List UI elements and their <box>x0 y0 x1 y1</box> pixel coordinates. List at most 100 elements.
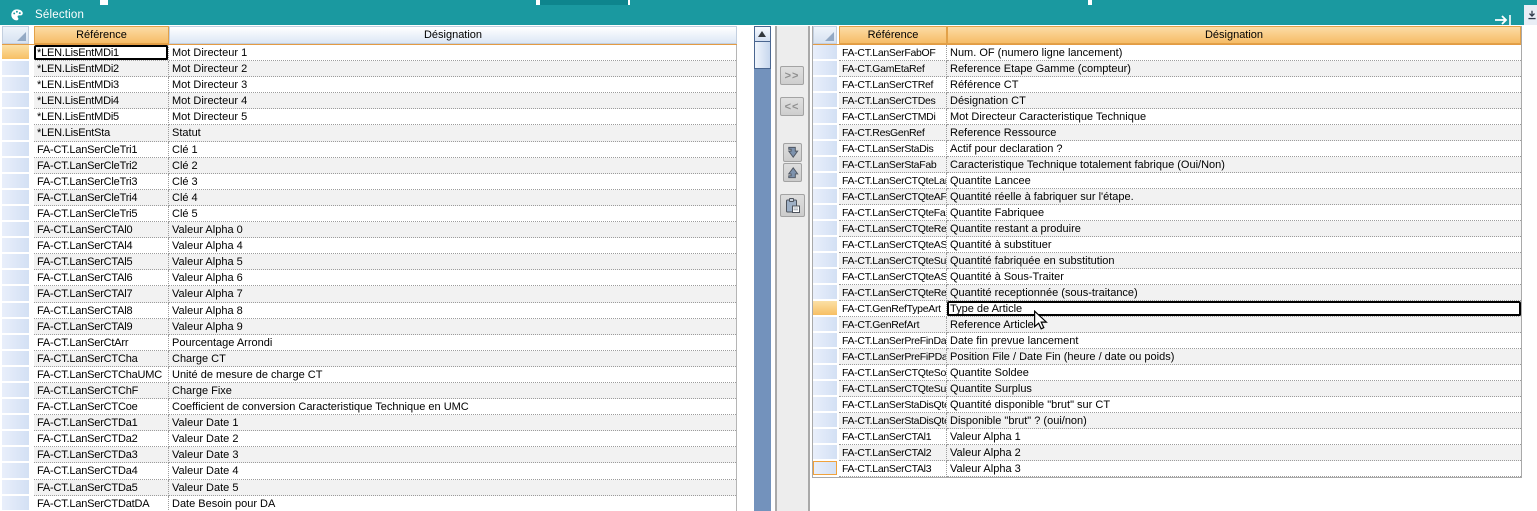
reference-cell[interactable]: FA-CT.LanSerCTQteFab <box>839 205 947 221</box>
reference-cell[interactable]: FA-CT.GamEtaRef <box>839 61 947 77</box>
table-row[interactable]: FA-CT.LanSerCTChFCharge Fixe <box>2 383 736 399</box>
row-selector[interactable] <box>813 45 837 61</box>
reference-cell[interactable]: FA-CT.LanSerCTAl1 <box>839 429 947 445</box>
reference-cell[interactable]: FA-CT.LanSerPreFiPDat <box>839 349 947 365</box>
table-row[interactable]: FA-CT.LanSerCTQteSurQuantite Surplus <box>813 381 1521 397</box>
reference-cell[interactable]: FA-CT.LanSerCTQteRec <box>839 285 947 301</box>
reference-cell[interactable]: FA-CT.LanSerCTAl5 <box>34 254 169 270</box>
designation-cell[interactable]: Valeur Alpha 4 <box>169 238 736 254</box>
designation-cell[interactable]: Disponible "brut" ? (oui/non) <box>947 413 1521 429</box>
table-row[interactable]: FA-CT.ResGenRefReference Ressource <box>813 125 1521 141</box>
table-row[interactable]: *LEN.LisEntStaStatut <box>2 125 736 141</box>
row-selector[interactable] <box>813 125 837 141</box>
designation-cell[interactable]: Charge Fixe <box>169 383 736 399</box>
table-row[interactable]: FA-CT.LanSerCTAl3Valeur Alpha 3 <box>813 461 1521 477</box>
row-selector[interactable] <box>813 381 837 397</box>
select-all-corner[interactable] <box>2 26 29 44</box>
scroll-up-button[interactable] <box>755 27 770 42</box>
move-all-left-button[interactable]: << <box>780 97 804 116</box>
designation-cell[interactable]: Valeur Alpha 2 <box>947 445 1521 461</box>
reference-cell[interactable]: FA-CT.LanSerCTAl0 <box>34 222 169 238</box>
reference-cell[interactable]: *LEN.LisEntMDi5 <box>34 109 169 125</box>
table-row[interactable]: FA-CT.LanSerCTQteFabQuantite Fabriquee <box>813 205 1521 221</box>
row-selector[interactable] <box>813 61 837 77</box>
reference-cell[interactable]: FA-CT.LanSerCTCoe <box>34 399 169 415</box>
designation-cell[interactable]: Quantité à Sous-Traiter <box>947 269 1521 285</box>
designation-cell[interactable]: Valeur Date 2 <box>169 431 736 447</box>
reference-cell[interactable]: FA-CT.LanSerCTChF <box>34 383 169 399</box>
reference-cell[interactable]: FA-CT.LanSerCleTri4 <box>34 190 169 206</box>
table-row[interactable]: FA-CT.LanSerCTDa5Valeur Date 5 <box>2 480 736 496</box>
table-row[interactable]: FA-CT.LanSerCTQteSolQuantite Soldee <box>813 365 1521 381</box>
reference-cell[interactable]: FA-CT.LanSerCTAl6 <box>34 270 169 286</box>
table-row[interactable]: FA-CT.LanSerCTAl2Valeur Alpha 2 <box>813 445 1521 461</box>
row-selector[interactable] <box>2 319 29 335</box>
column-header-designation[interactable]: Désignation <box>947 26 1521 44</box>
row-selector[interactable] <box>2 286 29 302</box>
designation-cell[interactable]: Date Besoin pour DA <box>169 496 736 511</box>
table-row[interactable]: FA-CT.LanSerStaDisActif pour declaration… <box>813 141 1521 157</box>
arrow-to-bar-icon[interactable] <box>1493 14 1515 26</box>
dock-down-icon[interactable] <box>1524 5 1537 25</box>
designation-cell[interactable]: Quantité réelle à fabriquer sur l'étape. <box>947 189 1521 205</box>
row-selector[interactable] <box>2 463 29 479</box>
designation-cell[interactable]: Reference Article <box>947 317 1521 333</box>
row-selector[interactable] <box>2 431 29 447</box>
reference-cell[interactable]: FA-CT.LanSerCTQteSol <box>839 365 947 381</box>
designation-cell[interactable]: Mot Directeur 5 <box>169 109 736 125</box>
table-row[interactable]: FA-CT.LanSerCTChaUMCUnité de mesure de c… <box>2 367 736 383</box>
designation-cell[interactable]: Valeur Alpha 6 <box>169 270 736 286</box>
row-selector[interactable] <box>2 447 29 463</box>
row-selector[interactable] <box>813 77 837 93</box>
table-row[interactable]: FA-CT.LanSerStaFabCaracteristique Techni… <box>813 157 1521 173</box>
row-selector[interactable] <box>813 317 837 333</box>
reference-cell[interactable]: FA-CT.LanSerCTQteASt <box>839 269 947 285</box>
designation-cell[interactable]: Mot Directeur 4 <box>169 93 736 109</box>
table-row[interactable]: FA-CT.LanSerPreFiPDatPosition File / Dat… <box>813 349 1521 365</box>
row-selector[interactable] <box>2 222 29 238</box>
reference-cell[interactable]: FA-CT.LanSerCTCha <box>34 351 169 367</box>
reference-cell[interactable]: FA-CT.LanSerCTAl3 <box>839 461 947 477</box>
reference-cell[interactable]: FA-CT.LanSerCTQteSub <box>839 253 947 269</box>
row-selector[interactable] <box>813 285 837 301</box>
designation-cell[interactable]: Type de Article <box>947 301 1521 317</box>
designation-cell[interactable]: Clé 1 <box>169 142 736 158</box>
designation-cell[interactable]: Caracteristique Technique totalement fab… <box>947 157 1521 173</box>
row-selector[interactable] <box>2 142 29 158</box>
designation-cell[interactable]: Quantite Surplus <box>947 381 1521 397</box>
row-selector[interactable] <box>813 205 837 221</box>
column-header-designation[interactable]: Désignation <box>169 26 737 44</box>
row-selector[interactable] <box>813 461 837 477</box>
row-selector[interactable] <box>2 45 29 61</box>
reference-cell[interactable]: FA-CT.LanSerCTQteAFa <box>839 189 947 205</box>
designation-cell[interactable]: Charge CT <box>169 351 736 367</box>
designation-cell[interactable]: Coefficient de conversion Caracteristiqu… <box>169 399 736 415</box>
designation-cell[interactable]: Désignation CT <box>947 93 1521 109</box>
row-selector[interactable] <box>2 190 29 206</box>
row-selector[interactable] <box>813 189 837 205</box>
row-selector[interactable] <box>813 269 837 285</box>
designation-cell[interactable]: Valeur Date 1 <box>169 415 736 431</box>
table-row[interactable]: FA-CT.LanSerCTQteResQuantite restant a p… <box>813 221 1521 237</box>
table-row[interactable]: FA-CT.LanSerCtArrPourcentage Arrondi <box>2 335 736 351</box>
designation-cell[interactable]: Valeur Alpha 8 <box>169 303 736 319</box>
reference-cell[interactable]: FA-CT.GenRefTypeArt <box>839 301 947 317</box>
table-row[interactable]: FA-CT.LanSerCTAl0Valeur Alpha 0 <box>2 222 736 238</box>
table-row[interactable]: FA-CT.LanSerCleTri3Clé 3 <box>2 174 736 190</box>
row-selector[interactable] <box>2 496 29 511</box>
row-selector[interactable] <box>813 109 837 125</box>
table-row[interactable]: FA-CT.LanSerCleTri4Clé 4 <box>2 190 736 206</box>
scrollbar-thumb[interactable] <box>755 42 770 68</box>
designation-cell[interactable]: Valeur Date 4 <box>169 463 736 479</box>
row-selector[interactable] <box>813 173 837 189</box>
reference-cell[interactable]: *LEN.LisEntMDi3 <box>34 77 169 93</box>
table-row[interactable]: FA-CT.LanSerCTQteAFaQuantité réelle à fa… <box>813 189 1521 205</box>
table-row[interactable]: FA-CT.LanSerCTAl9Valeur Alpha 9 <box>2 319 736 335</box>
designation-cell[interactable]: Actif pour declaration ? <box>947 141 1521 157</box>
designation-cell[interactable]: Reference Ressource <box>947 125 1521 141</box>
table-row[interactable]: FA-CT.LanSerCTDatDADate Besoin pour DA <box>2 496 736 511</box>
row-selector[interactable] <box>813 141 837 157</box>
row-selector[interactable] <box>813 93 837 109</box>
reference-cell[interactable]: FA-CT.LanSerCTDa2 <box>34 431 169 447</box>
reference-cell[interactable]: FA-CT.LanSerCTAl2 <box>839 445 947 461</box>
